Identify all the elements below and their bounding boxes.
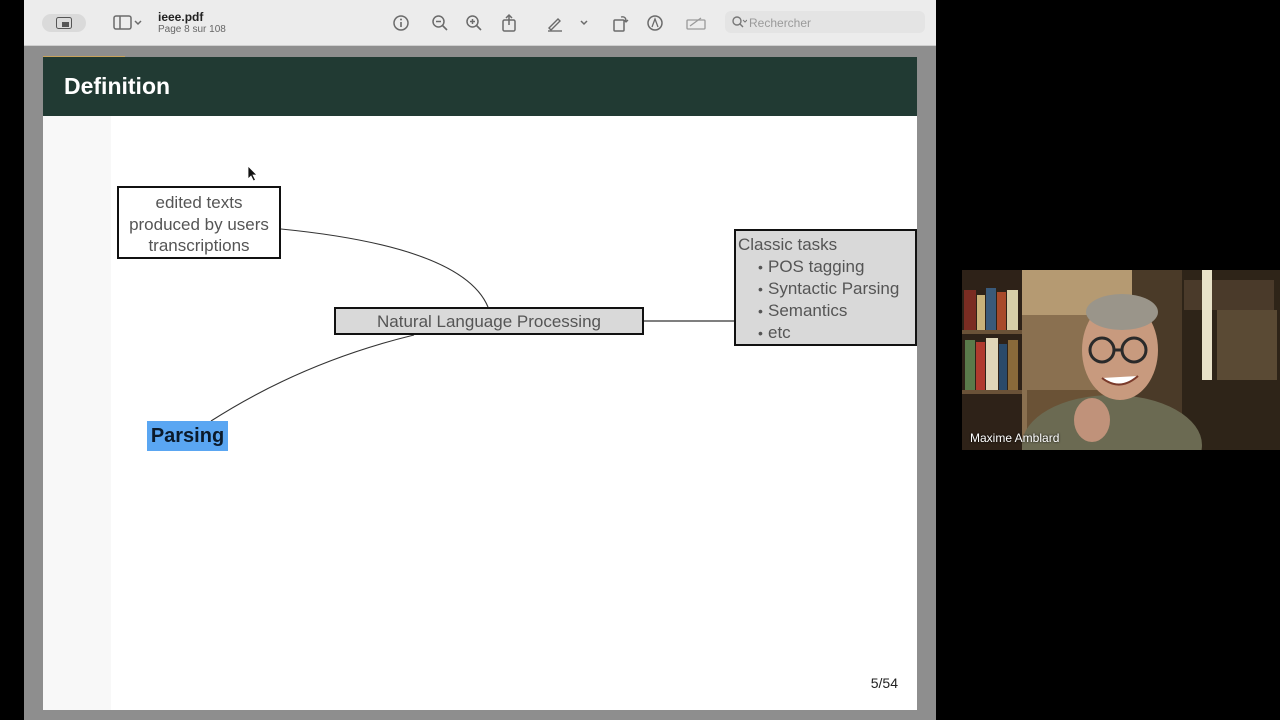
sidebar-mode-button[interactable]: [42, 14, 86, 32]
task-item: etc: [758, 322, 915, 344]
input-text-line: edited texts: [155, 193, 243, 212]
classic-tasks-box: Classic tasks POS tagging Syntactic Pars…: [734, 229, 917, 346]
sidebar-mode-icon: [56, 17, 72, 29]
pdf-viewer-window: ieee.pdf Page 8 sur 108 Rechercher Defin…: [24, 0, 936, 720]
diagram-connectors: [210, 228, 734, 422]
webcam-feed-image: [962, 270, 1280, 450]
input-texts-box: edited texts produced by users transcrip…: [117, 186, 281, 259]
mouse-cursor-icon: [247, 165, 258, 182]
zoom-out-icon[interactable]: [429, 12, 451, 34]
signature-icon[interactable]: [685, 12, 707, 34]
page-indicator: Page 8 sur 108: [158, 24, 226, 35]
markup-icon[interactable]: [644, 12, 666, 34]
info-icon[interactable]: [390, 12, 412, 34]
search-field[interactable]: [725, 11, 925, 33]
sidebar-icon[interactable]: [112, 12, 134, 34]
slide-page: Definition edited texts produced by user…: [43, 57, 917, 710]
task-item: POS tagging: [758, 256, 915, 278]
tasks-title: Classic tasks: [738, 235, 838, 254]
task-item: Syntactic Parsing: [758, 278, 915, 300]
chevron-down-icon[interactable]: [132, 12, 144, 34]
task-item: Semantics: [758, 300, 915, 322]
input-text-line: produced by users: [129, 214, 269, 234]
connector-nlp-parsing: [210, 334, 415, 422]
search-input[interactable]: [747, 13, 921, 33]
participant-name: Maxime Amblard: [970, 431, 1060, 445]
nlp-box: Natural Language Processing: [334, 307, 644, 335]
slide-page-number: 5/54: [870, 675, 898, 691]
highlight-options-chevron-icon[interactable]: [578, 12, 590, 34]
search-icon: [732, 16, 747, 28]
highlight-pen-icon[interactable]: [544, 12, 566, 34]
input-text-line: transcriptions: [148, 236, 250, 255]
parsing-highlight: Parsing: [147, 421, 228, 451]
participant-video-tile[interactable]: Maxime Amblard: [962, 270, 1280, 450]
share-icon[interactable]: [498, 12, 520, 34]
tasks-list: POS tagging Syntactic Parsing Semantics …: [738, 256, 915, 344]
toolbar: ieee.pdf Page 8 sur 108: [24, 0, 936, 46]
document-title: ieee.pdf: [158, 10, 204, 24]
connector-texts-nlp: [280, 228, 489, 308]
zoom-in-icon[interactable]: [463, 12, 485, 34]
rotate-icon[interactable]: [609, 12, 631, 34]
